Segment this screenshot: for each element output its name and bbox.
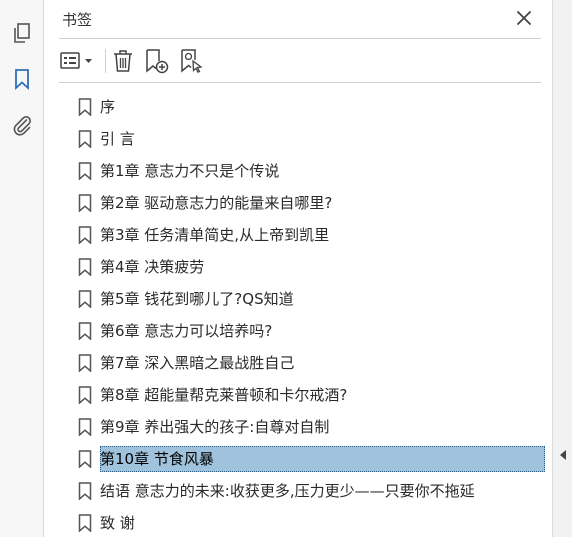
close-icon[interactable] <box>514 8 534 28</box>
toolbar-separator <box>105 49 106 73</box>
bookmark-icon <box>78 98 92 116</box>
bookmark-label: 第4章 决策疲劳 <box>100 258 205 276</box>
bookmark-label: 第3章 任务清单简史,从上帝到凯里 <box>100 226 330 244</box>
bookmarks-toolbar <box>59 47 541 77</box>
bookmark-label: 第5章 钱花到哪儿了?QS知道 <box>100 290 294 308</box>
bookmark-icon <box>78 386 92 404</box>
bookmark-icon <box>78 354 92 372</box>
bookmarks-panel: 书签 序 引 言 第1章 意志力不只是个传说 第2章 驱动意志力的能量来自哪里?… <box>45 0 552 537</box>
title-divider <box>59 38 541 39</box>
panel-splitter[interactable] <box>552 0 572 537</box>
bookmark-icon <box>78 418 92 436</box>
bookmark-item[interactable]: 致 谢 <box>77 510 547 536</box>
collapse-arrow-icon[interactable] <box>559 449 567 461</box>
bookmark-label: 致 谢 <box>100 514 135 532</box>
bookmark-label: 第8章 超能量帮克莱普顿和卡尔戒酒? <box>100 386 348 404</box>
bookmark-icon[interactable] <box>10 67 34 91</box>
bookmark-icon <box>78 482 92 500</box>
bookmark-item[interactable]: 第2章 驱动意志力的能量来自哪里? <box>77 190 547 216</box>
bookmark-label: 序 <box>100 98 116 116</box>
bookmark-item[interactable]: 第6章 意志力可以培养吗? <box>77 318 547 344</box>
bookmark-icon <box>78 322 92 340</box>
bookmark-from-selection-icon[interactable] <box>179 47 205 75</box>
toolbar-divider <box>59 82 541 83</box>
bookmark-icon <box>78 194 92 212</box>
bookmark-icon <box>78 258 92 276</box>
bookmark-item[interactable]: 引 言 <box>77 126 547 152</box>
new-bookmark-icon[interactable] <box>144 47 170 75</box>
bookmark-icon <box>78 290 92 308</box>
bookmark-item[interactable]: 第9章 养出强大的孩子:自尊对自制 <box>77 414 547 440</box>
bookmark-label: 引 言 <box>100 130 135 148</box>
bookmark-icon <box>78 162 92 180</box>
bookmark-label: 第1章 意志力不只是个传说 <box>100 162 280 180</box>
bookmark-item[interactable]: 序 <box>77 94 547 120</box>
panel-title: 书签 <box>62 11 93 29</box>
bookmark-item[interactable]: 第1章 意志力不只是个传说 <box>77 158 547 184</box>
bookmark-item[interactable]: 第8章 超能量帮克莱普顿和卡尔戒酒? <box>77 382 547 408</box>
bookmark-item-selected[interactable]: 第10章 节食风暴 <box>77 446 547 472</box>
bookmark-label: 结语 意志力的未来:收获更多,压力更少——只要你不拖延 <box>100 482 475 500</box>
bookmark-item[interactable]: 第5章 钱花到哪儿了?QS知道 <box>77 286 547 312</box>
bookmark-label: 第2章 驱动意志力的能量来自哪里? <box>100 194 333 212</box>
bookmark-item[interactable]: 第7章 深入黑暗之最战胜自己 <box>77 350 547 376</box>
bookmark-label: 第9章 养出强大的孩子:自尊对自制 <box>100 418 330 436</box>
bookmark-item[interactable]: 第3章 任务清单简史,从上帝到凯里 <box>77 222 547 248</box>
bookmark-item[interactable]: 第4章 决策疲劳 <box>77 254 547 280</box>
left-navigation-bar <box>0 0 44 537</box>
bookmark-label: 第6章 意志力可以培养吗? <box>100 322 273 340</box>
pages-icon[interactable] <box>10 21 34 45</box>
bookmark-item[interactable]: 结语 意志力的未来:收获更多,压力更少——只要你不拖延 <box>77 478 547 504</box>
trash-icon[interactable] <box>111 47 135 75</box>
attachment-icon[interactable] <box>10 113 34 137</box>
bookmark-label: 第7章 深入黑暗之最战胜自己 <box>100 354 295 372</box>
bookmark-icon <box>78 226 92 244</box>
options-menu-icon[interactable] <box>59 47 97 75</box>
bookmark-icon <box>78 450 92 468</box>
bookmark-icon <box>78 514 92 532</box>
bookmark-label: 第10章 节食风暴 <box>100 450 214 468</box>
bookmark-icon <box>78 130 92 148</box>
